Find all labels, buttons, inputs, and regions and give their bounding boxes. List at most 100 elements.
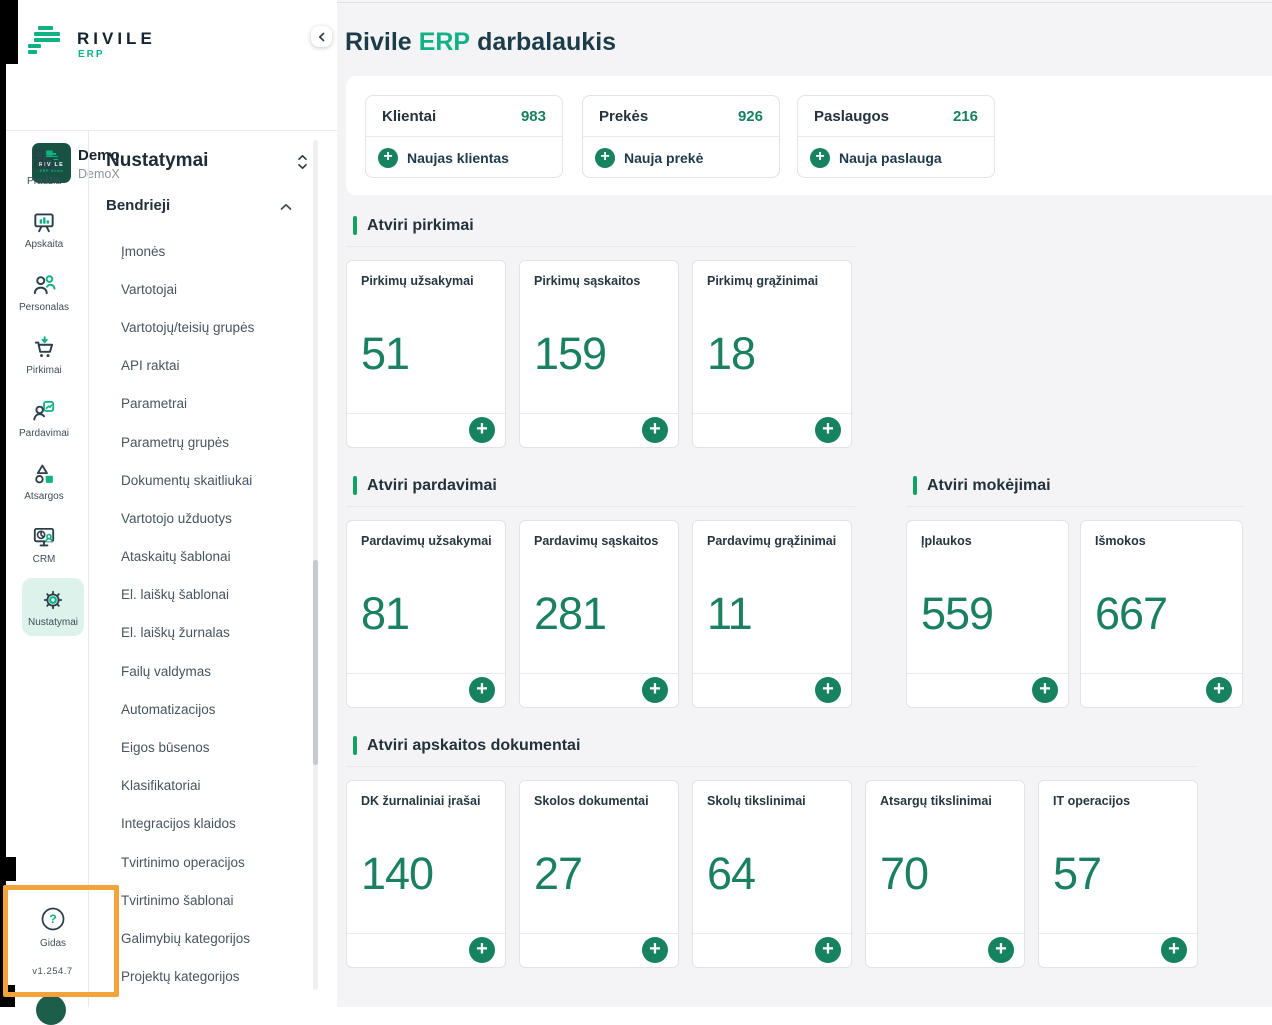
sidebar-item-pardavimai[interactable]: Pardavimai [0, 398, 88, 454]
section-accent-bar [353, 736, 357, 755]
card-footer [1081, 673, 1242, 707]
screen-edge-artifact [0, 0, 18, 64]
sidebar-collapse-button[interactable] [311, 26, 332, 47]
stat-card-ismokos[interactable]: Išmokos 667 [1080, 520, 1243, 708]
section-divider [346, 766, 1197, 767]
menu-item-automatizacijos[interactable]: Automatizacijos [121, 690, 306, 728]
crm-monitor-icon [31, 524, 57, 550]
bottom-avatar[interactable] [36, 995, 66, 1025]
stat-card-it-operacijos[interactable]: IT operacijos 57 [1038, 780, 1198, 968]
menu-item-tvirtinimo-operacijos[interactable]: Tvirtinimo operacijos [121, 843, 306, 881]
stat-card-skolos-dokumentai[interactable]: Skolos dokumentai 27 [519, 780, 679, 968]
sidebar-item-crm[interactable]: CRM [0, 524, 88, 580]
add-button[interactable] [642, 677, 668, 703]
plus-icon[interactable] [378, 148, 398, 168]
stat-card-pirkimu-uzsakymai[interactable]: Pirkimų užsakymai 51 [346, 260, 506, 448]
stat-card-atsargu-tikslinimai[interactable]: Atsargų tikslinimai 70 [865, 780, 1025, 968]
menu-item-tvirtinimo-sablonai[interactable]: Tvirtinimo šablonai [121, 881, 306, 919]
summary-value: 216 [953, 108, 978, 125]
add-button[interactable] [469, 677, 495, 703]
shapes-icon [31, 461, 57, 487]
menu-item-el-laisku-sablonai[interactable]: El. laiškų šablonai [121, 576, 306, 614]
stat-card-pirkimu-grazinimai[interactable]: Pirkimų grąžinimai 18 [692, 260, 852, 448]
brand-product: ERP [78, 49, 105, 60]
new-client-button[interactable]: Naujas klientas [366, 137, 562, 178]
chevron-left-icon [317, 32, 327, 42]
submenu-title: Nustatymai [106, 150, 208, 172]
add-button[interactable] [1161, 937, 1187, 963]
menu-item-failu-valdymas[interactable]: Failų valdymas [121, 652, 306, 690]
new-service-button[interactable]: Nauja paslauga [798, 137, 994, 178]
add-button[interactable] [469, 937, 495, 963]
submenu-group-bendrieji[interactable]: Bendrieji [106, 197, 170, 214]
add-button[interactable] [1206, 677, 1232, 703]
presentation-chart-icon [31, 209, 57, 235]
menu-item-ataskaitu-sablonai[interactable]: Ataskaitų šablonai [121, 538, 306, 576]
menu-item-imones[interactable]: Įmonės [121, 232, 306, 270]
sidebar: RIVILE ERP RIVILEERP demo Demo DemoX Pra… [0, 0, 337, 1007]
stat-card-pardavimu-saskaitos[interactable]: Pardavimų sąskaitos 281 [519, 520, 679, 708]
users-icon [31, 272, 57, 298]
chevron-up-icon[interactable] [280, 203, 292, 211]
menu-item-api-raktai[interactable]: API raktai [121, 347, 306, 385]
menu-item-parametrai[interactable]: Parametrai [121, 385, 306, 423]
sidebar-item-pradzia[interactable]: Pradžia [0, 146, 88, 202]
menu-item-vartotoju-teisiu-grupes[interactable]: Vartotojų/teisių grupės [121, 308, 306, 346]
stat-card-pirkimu-saskaitos[interactable]: Pirkimų sąskaitos 159 [519, 260, 679, 448]
rivile-logo-icon [28, 26, 68, 60]
menu-item-galimybiu-kategorijos[interactable]: Galimybių kategorijos [121, 919, 306, 957]
sidebar-item-atsargos[interactable]: Atsargos [0, 461, 88, 517]
screen-edge-artifact [0, 857, 16, 881]
menu-item-parametru-grupes[interactable]: Parametrų grupės [121, 423, 306, 461]
menu-item-projektu-kategorijos[interactable]: Projektų kategorijos [121, 958, 306, 996]
submenu-list: Įmonės Vartotojai Vartotojų/teisių grupė… [121, 232, 306, 996]
add-button[interactable] [469, 417, 495, 443]
add-button[interactable] [988, 937, 1014, 963]
add-button[interactable] [642, 417, 668, 443]
menu-item-vartotojai[interactable]: Vartotojai [121, 270, 306, 308]
highlight-box [3, 885, 119, 997]
sidebar-item-personalas[interactable]: Personalas [0, 272, 88, 328]
plus-icon[interactable] [810, 148, 830, 168]
stat-card-skolu-tikslinimai[interactable]: Skolų tikslinimai 64 [692, 780, 852, 968]
summary-value: 926 [738, 108, 763, 125]
company-selector[interactable]: RIVILEERP demo Demo DemoX [0, 66, 337, 130]
menu-item-el-laisku-zurnalas[interactable]: El. laiškų žurnalas [121, 614, 306, 652]
section-divider [346, 506, 855, 507]
summary-card-prekes: Prekės 926 Nauja prekė [582, 95, 780, 178]
add-button[interactable] [815, 677, 841, 703]
add-button[interactable] [815, 417, 841, 443]
card-footer [693, 933, 851, 967]
cart-download-icon [31, 335, 57, 361]
submenu-scrollbar-thumb[interactable] [313, 560, 318, 765]
card-footer [1039, 933, 1197, 967]
sales-chart-icon [31, 398, 57, 424]
summary-label: Klientai [382, 108, 436, 125]
sidebar-item-apskaita[interactable]: Apskaita [0, 209, 88, 265]
summary-label: Prekės [599, 108, 648, 125]
stat-card-iplaukos[interactable]: Įplaukos 559 [906, 520, 1069, 708]
section-header-atviri-pardavimai: Atviri pardavimai [353, 476, 497, 495]
add-button[interactable] [815, 937, 841, 963]
sidebar-item-nustatymai[interactable]: Nustatymai [22, 578, 84, 636]
menu-item-klasifikatoriai[interactable]: Klasifikatoriai [121, 767, 306, 805]
new-product-button[interactable]: Nauja prekė [583, 137, 779, 178]
card-footer [347, 673, 505, 707]
section-divider [346, 246, 855, 247]
stat-card-pardavimu-uzsakymai[interactable]: Pardavimų užsakymai 81 [346, 520, 506, 708]
gear-icon [40, 587, 66, 613]
add-button[interactable] [1032, 677, 1058, 703]
menu-item-eigos-busenos[interactable]: Eigos būsenos [121, 728, 306, 766]
section-divider [906, 506, 1245, 507]
plus-icon[interactable] [595, 148, 615, 168]
section-accent-bar [353, 216, 357, 235]
menu-item-vartotojo-uzduotys[interactable]: Vartotojo užduotys [121, 499, 306, 537]
summary-label: Paslaugos [814, 108, 889, 125]
sidebar-item-pirkimai[interactable]: Pirkimai [0, 335, 88, 391]
section-accent-bar [913, 476, 917, 495]
menu-item-dokumentu-skaitliukai[interactable]: Dokumentų skaitliukai [121, 461, 306, 499]
stat-card-dk-zurnaliniai-irasai[interactable]: DK žurnaliniai įrašai 140 [346, 780, 506, 968]
menu-item-integracijos-klaidos[interactable]: Integracijos klaidos [121, 805, 306, 843]
add-button[interactable] [642, 937, 668, 963]
stat-card-pardavimu-grazinimai[interactable]: Pardavimų grąžinimai 11 [692, 520, 852, 708]
